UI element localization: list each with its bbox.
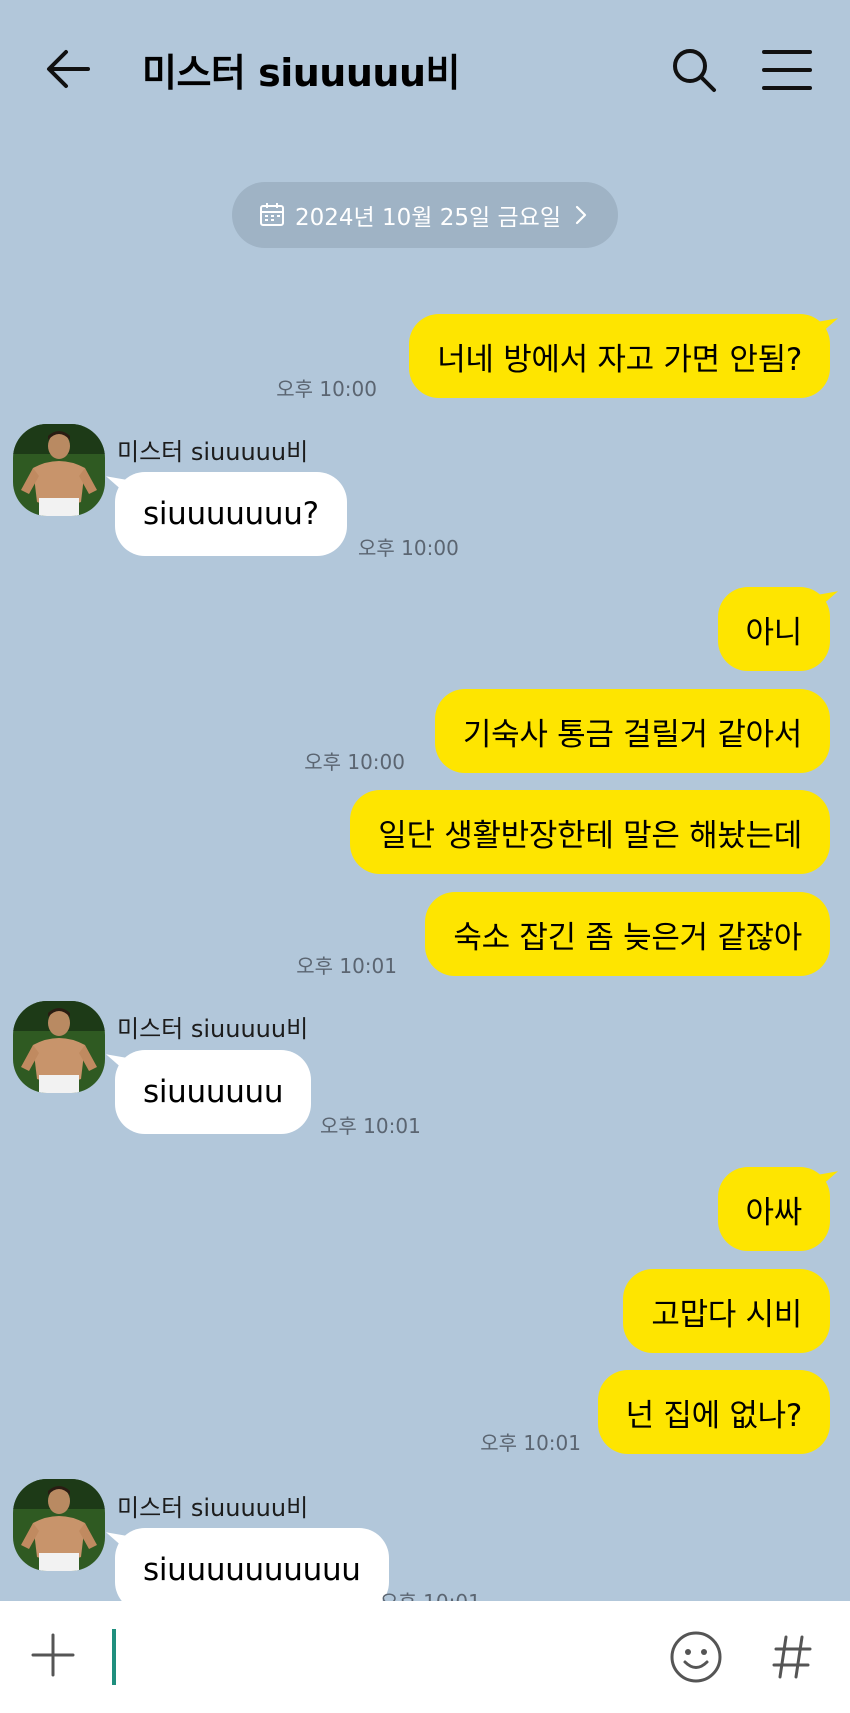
contact-avatar[interactable] [13, 1001, 105, 1093]
message-text: 넌 집에 없나? [625, 1397, 803, 1434]
message-input-bar [0, 1601, 850, 1713]
message-text: siuuuuuu [143, 1074, 284, 1110]
their-message-bubble[interactable]: siuuuuuu [115, 1050, 312, 1134]
profile-avatar-image [13, 424, 105, 516]
date-divider[interactable]: 2024년 10월 25일 금요일 [232, 182, 618, 248]
message-time: 오후 10:00 [358, 536, 459, 560]
message-time: 오후 10:00 [304, 750, 405, 774]
back-button[interactable] [38, 40, 98, 100]
message-time: 오후 10:00 [276, 377, 377, 401]
my-message-bubble[interactable]: 일단 생활반장한테 말은 해놨는데 [350, 790, 830, 874]
search-button[interactable] [664, 40, 724, 100]
chevron-right-icon [575, 205, 587, 225]
their-message-bubble[interactable]: siuuuuuuu? [115, 472, 347, 556]
message-text: 아싸 [745, 1194, 803, 1231]
my-message-bubble[interactable]: 숙소 잡긴 좀 늦은거 같잖아 [425, 892, 830, 976]
message-time: 오후 10:01 [320, 1114, 421, 1138]
message-text: 숙소 잡긴 좀 늦은거 같잖아 [453, 919, 802, 956]
hamburger-menu-icon [762, 50, 812, 90]
sender-name: 미스터 siuuuuu비 [117, 1494, 309, 1522]
profile-avatar-image [13, 1479, 105, 1571]
my-message-bubble[interactable]: 고맙다 시비 [623, 1269, 830, 1353]
my-message-bubble[interactable]: 아니 [717, 587, 830, 671]
hashtag-icon [772, 1635, 812, 1679]
plus-icon [31, 1633, 75, 1677]
message-text: 일단 생활반장한테 말은 해놨는데 [378, 817, 802, 854]
date-label: 2024년 10월 25일 금요일 [295, 205, 561, 231]
menu-button[interactable] [756, 40, 816, 100]
emoji-smiley-icon [670, 1631, 722, 1683]
attach-button[interactable] [28, 1625, 78, 1685]
chat-title: 미스터 siuuuuu비 [142, 51, 460, 95]
hashtag-button[interactable] [770, 1629, 814, 1685]
message-time: 오후 10:01 [480, 1431, 581, 1455]
search-icon [673, 49, 716, 92]
my-message-bubble[interactable]: 너네 방에서 자고 가면 안됨? [409, 314, 830, 398]
profile-avatar-image [13, 1001, 105, 1093]
calendar-icon [260, 203, 285, 226]
message-text: siuuuuuuu? [143, 496, 319, 532]
sender-name: 미스터 siuuuuu비 [117, 438, 309, 466]
their-message-bubble[interactable]: siuuuuuuuuuu [115, 1528, 389, 1612]
my-message-bubble[interactable]: 넌 집에 없나? [597, 1370, 830, 1454]
emoji-button[interactable] [668, 1629, 724, 1685]
sender-name: 미스터 siuuuuu비 [117, 1015, 309, 1043]
message-input[interactable] [108, 1623, 648, 1689]
message-time: 오후 10:01 [296, 954, 397, 978]
my-message-bubble[interactable]: 기숙사 통금 걸릴거 같아서 [434, 689, 830, 773]
message-text: 고맙다 시비 [651, 1296, 802, 1333]
message-text: 너네 방에서 자고 가면 안됨? [437, 341, 802, 378]
text-cursor [112, 1629, 116, 1685]
chat-header: 미스터 siuuuuu비 [0, 0, 850, 140]
my-message-bubble[interactable]: 아싸 [717, 1167, 830, 1251]
arrow-left-icon [47, 50, 90, 88]
message-text: 아니 [745, 614, 803, 651]
message-text: siuuuuuuuuuu [143, 1552, 361, 1588]
contact-avatar[interactable] [13, 1479, 105, 1571]
contact-avatar[interactable] [13, 424, 105, 516]
message-text: 기숙사 통금 걸릴거 같아서 [462, 716, 802, 753]
